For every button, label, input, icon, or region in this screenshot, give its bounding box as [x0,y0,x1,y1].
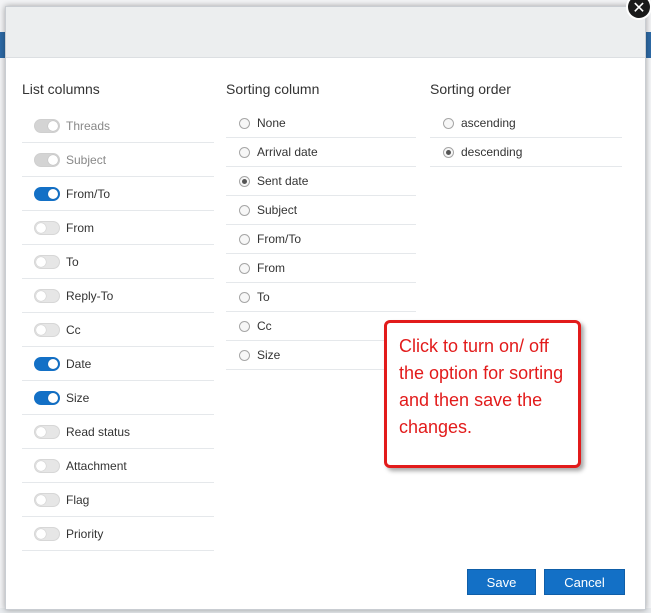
list-column-row-flag[interactable]: Flag [22,483,214,517]
sorting-column-option-subject[interactable]: Subject [226,196,416,225]
sorting-column-label: Subject [257,203,298,217]
radio-button[interactable] [239,175,250,187]
list-columns-title: List columns [22,81,100,97]
list-column-row-date[interactable]: Date [22,347,214,381]
toggle-switch-threads [34,118,60,133]
radio-button[interactable] [443,146,454,158]
list-column-label: Subject [66,152,107,167]
list-column-label: Size [66,390,90,405]
list-column-row-size[interactable]: Size [22,381,214,415]
toggle-switch-to[interactable] [34,254,60,269]
sorting-column-option-from-to[interactable]: From/To [226,225,416,254]
list-column-label: From/To [66,186,111,201]
toggle-switch-priority[interactable] [34,526,60,541]
radio-button[interactable] [239,349,250,361]
sorting-column-title: Sorting column [226,81,320,97]
list-column-label: Date [66,356,92,371]
list-column-row-reply-to[interactable]: Reply-To [22,279,214,313]
sorting-order-list: ascending descending [430,109,622,167]
list-column-row-priority[interactable]: Priority [22,517,214,551]
sorting-column-option-from[interactable]: From [226,254,416,283]
toggle-switch-reply-to[interactable] [34,288,60,303]
radio-button[interactable] [443,117,454,129]
sorting-column-label: Sent date [257,174,309,188]
sorting-column-label: From/To [257,232,302,246]
list-column-label: Read status [66,424,131,439]
radio-button[interactable] [239,117,250,129]
radio-button[interactable] [239,146,250,158]
list-column-row-attachment[interactable]: Attachment [22,449,214,483]
sorting-column-label: Cc [257,319,272,333]
radio-button[interactable] [239,320,250,332]
sorting-column-label: From [257,261,285,275]
toggle-switch-cc[interactable] [34,322,60,337]
sorting-order-option-descending[interactable]: descending [430,138,622,167]
list-column-label: To [66,254,79,269]
sorting-order-section: Sorting order ascending descending [430,81,622,167]
list-column-row-threads: Threads [22,109,214,143]
save-button[interactable]: Save [467,569,536,595]
list-column-label: From [66,220,94,235]
list-column-label: Attachment [66,458,127,473]
toggle-switch-date[interactable] [34,356,60,371]
sorting-order-label: ascending [461,116,516,130]
sorting-order-label: descending [461,145,523,159]
list-column-label: Threads [66,118,111,133]
toggle-switch-attachment[interactable] [34,458,60,473]
toggle-switch-subject [34,152,60,167]
sorting-column-option-to[interactable]: To [226,283,416,312]
annotation-callout: Click to turn on/ off the option for sor… [384,320,581,468]
list-columns-list: Threads Subject From/To From To Reply-To Cc Dat… [22,109,214,551]
sorting-column-label: Arrival date [257,145,318,159]
list-column-label: Priority [66,526,104,541]
toggle-switch-from-to[interactable] [34,186,60,201]
sorting-column-option-sent-date[interactable]: Sent date [226,167,416,196]
list-column-row-to[interactable]: To [22,245,214,279]
list-column-label: Cc [66,322,81,337]
list-column-row-from-to[interactable]: From/To [22,177,214,211]
sorting-order-option-ascending[interactable]: ascending [430,109,622,138]
list-columns-section: List columns Threads Subject From/To From To… [22,81,214,551]
toggle-switch-flag[interactable] [34,492,60,507]
list-column-row-cc[interactable]: Cc [22,313,214,347]
radio-button[interactable] [239,262,250,274]
sorting-column-option-none[interactable]: None [226,109,416,138]
cancel-button[interactable]: Cancel [544,569,625,595]
radio-button[interactable] [239,204,250,216]
list-column-row-subject: Subject [22,143,214,177]
list-column-row-read-status[interactable]: Read status [22,415,214,449]
toggle-switch-read-status[interactable] [34,424,60,439]
dialog-header [6,7,645,58]
radio-button[interactable] [239,291,250,303]
sorting-column-label: Size [257,348,281,362]
list-options-dialog: List columns Threads Subject From/To From To… [5,6,646,610]
list-column-row-from[interactable]: From [22,211,214,245]
sorting-column-option-arrival-date[interactable]: Arrival date [226,138,416,167]
sorting-order-title: Sorting order [430,81,511,97]
sorting-column-label: None [257,116,286,130]
list-column-label: Reply-To [66,288,114,303]
toggle-switch-from[interactable] [34,220,60,235]
sorting-column-label: To [257,290,270,304]
list-column-label: Flag [66,492,90,507]
radio-button[interactable] [239,233,250,245]
toggle-switch-size[interactable] [34,390,60,405]
